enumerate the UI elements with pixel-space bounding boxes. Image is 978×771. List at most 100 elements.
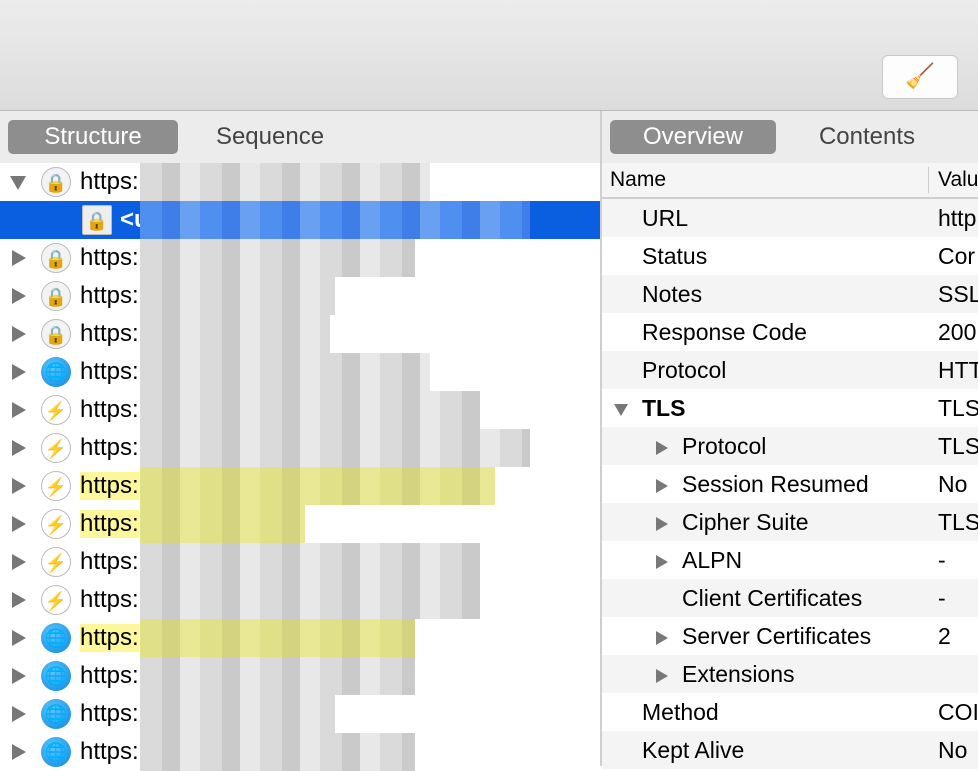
clear-session-button[interactable]: 🧹 <box>882 55 958 99</box>
disclosure-right-icon[interactable] <box>12 478 26 494</box>
property-row[interactable]: URL http <box>602 199 978 237</box>
tab-overview[interactable]: Overview <box>610 120 776 154</box>
property-name: Cipher Suite <box>682 509 809 535</box>
property-row[interactable]: Session Resumed No <box>602 465 978 503</box>
tree-row-label: https: <box>80 700 139 727</box>
tree-row[interactable]: 🌐 https: <box>0 353 600 391</box>
disclosure-right-icon[interactable] <box>12 744 26 760</box>
bolt-icon: ⚡ <box>41 509 71 539</box>
tree-row-label: https: <box>80 282 139 309</box>
disclosure-right-icon[interactable] <box>12 402 26 418</box>
tree-row-label: https: <box>80 510 139 538</box>
disclosure-down-icon[interactable] <box>614 404 628 416</box>
redacted-url <box>140 239 415 277</box>
disclosure-right-icon[interactable] <box>12 326 26 342</box>
property-name: Notes <box>642 281 703 307</box>
property-value: SSL <box>938 281 978 307</box>
property-row[interactable]: Response Code 200 <box>602 313 978 351</box>
property-value: COI <box>938 699 978 725</box>
bolt-icon: ⚡ <box>41 585 71 615</box>
property-row[interactable]: Extensions <box>602 655 978 693</box>
tab-structure[interactable]: Structure <box>8 120 178 154</box>
tree-row[interactable]: 🔒 https: <box>0 277 600 315</box>
tree-row[interactable]: 🌐 https: <box>0 733 600 771</box>
disclosure-right-icon[interactable] <box>12 668 26 684</box>
disclosure-right-icon[interactable] <box>656 555 668 569</box>
tree-row[interactable]: 🔒 https: <box>0 163 600 201</box>
property-row[interactable]: Server Certificates 2 <box>602 617 978 655</box>
tree-row[interactable]: ⚡ https: <box>0 581 600 619</box>
lock-icon: 🔒 <box>41 281 71 311</box>
disclosure-right-icon[interactable] <box>12 288 26 304</box>
tab-sequence[interactable]: Sequence <box>190 120 350 154</box>
disclosure-right-icon[interactable] <box>12 706 26 722</box>
globe-icon: 🌐 <box>41 357 71 387</box>
redacted-url <box>140 429 530 467</box>
property-row[interactable]: Protocol HTT <box>602 351 978 389</box>
redacted-url <box>140 619 415 657</box>
redacted-url <box>140 657 415 695</box>
column-name[interactable]: Name <box>610 163 666 197</box>
tree-row[interactable]: ⚡ https: <box>0 467 600 505</box>
tree-row[interactable]: ⚡ https: <box>0 391 600 429</box>
property-row[interactable]: ALPN - <box>602 541 978 579</box>
disclosure-right-icon[interactable] <box>12 250 26 266</box>
globe-icon: 🌐 <box>41 737 71 767</box>
property-row[interactable]: Notes SSL <box>602 275 978 313</box>
disclosure-right-icon[interactable] <box>656 631 668 645</box>
redacted-url <box>140 201 530 239</box>
disclosure-right-icon[interactable] <box>656 479 668 493</box>
toolbar: 🧹 <box>0 0 978 111</box>
disclosure-right-icon[interactable] <box>12 364 26 380</box>
redacted-url <box>140 543 480 581</box>
redacted-url <box>140 277 335 315</box>
disclosure-right-icon[interactable] <box>12 592 26 608</box>
bolt-icon: ⚡ <box>41 395 71 425</box>
redacted-url <box>140 695 335 733</box>
column-value[interactable]: Valu <box>938 163 978 197</box>
disclosure-right-icon[interactable] <box>12 554 26 570</box>
tree-row[interactable]: 🌐 https: <box>0 657 600 695</box>
broom-icon: 🧹 <box>905 63 935 90</box>
property-row[interactable]: Protocol TLS <box>602 427 978 465</box>
tree-row[interactable]: ⚡ https: <box>0 505 600 543</box>
redacted-url <box>140 733 415 771</box>
property-name: Client Certificates <box>682 585 863 611</box>
tree-row[interactable]: 🌐 https: <box>0 695 600 733</box>
disclosure-right-icon[interactable] <box>12 516 26 532</box>
property-row[interactable]: Cipher Suite TLS <box>602 503 978 541</box>
tree-row[interactable]: ⚡ https: <box>0 429 600 467</box>
property-row[interactable]: Method COI <box>602 693 978 731</box>
tree-row[interactable]: 🔒 https: <box>0 239 600 277</box>
redacted-url <box>140 581 480 619</box>
disclosure-right-icon[interactable] <box>12 440 26 456</box>
disclosure-right-icon[interactable] <box>656 517 668 531</box>
property-value: - <box>938 547 946 573</box>
redacted-url <box>140 505 305 543</box>
property-name: URL <box>642 205 689 231</box>
property-name: Method <box>642 699 719 725</box>
property-row[interactable]: Kept Alive No <box>602 731 978 769</box>
tree-row-label: https: <box>80 472 139 500</box>
property-name: Protocol <box>682 433 767 459</box>
tree-row[interactable]: 🌐 https: <box>0 619 600 657</box>
property-name: Protocol <box>642 357 727 383</box>
globe-icon: 🌐 <box>41 661 71 691</box>
property-name: Kept Alive <box>642 737 745 763</box>
disclosure-right-icon[interactable] <box>656 669 668 683</box>
property-row[interactable]: Client Certificates - <box>602 579 978 617</box>
property-row[interactable]: TLS TLS <box>602 389 978 427</box>
redacted-url <box>140 315 330 353</box>
property-name: Status <box>642 243 708 269</box>
column-separator[interactable] <box>928 167 929 193</box>
tree-row[interactable]: 🔒 https: <box>0 315 600 353</box>
right-tabbar: Overview Contents <box>602 111 978 163</box>
property-value: TLS <box>938 509 978 535</box>
disclosure-down-icon[interactable] <box>10 176 26 190</box>
property-row[interactable]: Status Cor <box>602 237 978 275</box>
disclosure-right-icon[interactable] <box>12 630 26 646</box>
disclosure-right-icon[interactable] <box>656 441 668 455</box>
tree-row[interactable]: 🔒 <u <box>0 201 600 239</box>
tab-contents[interactable]: Contents <box>792 120 942 154</box>
tree-row[interactable]: ⚡ https: <box>0 543 600 581</box>
